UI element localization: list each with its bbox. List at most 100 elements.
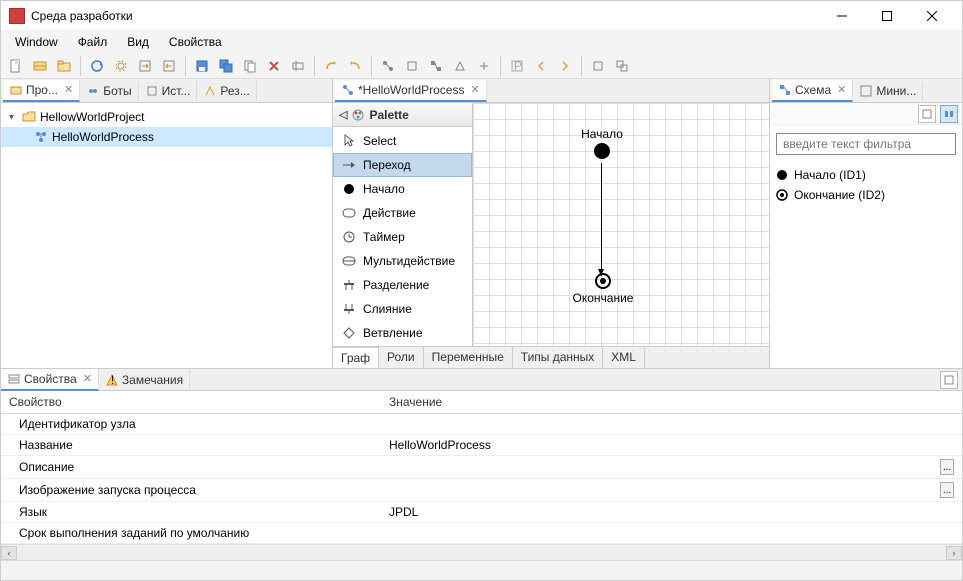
close-icon[interactable]: ✕ [64,83,73,96]
maximize-panel-button[interactable] [940,371,958,389]
tab-properties[interactable]: Свойства ✕ [1,369,99,391]
chevron-down-icon[interactable]: ▾ [9,112,21,123]
minimize-button[interactable] [819,2,864,30]
toolbar-graph5-icon[interactable] [473,55,495,77]
close-icon[interactable]: ✕ [470,83,479,96]
toolbar-save-icon[interactable] [191,55,213,77]
minimap-icon [859,84,873,98]
graph-start-node[interactable]: Начало [577,127,627,159]
palette-branch[interactable]: Ветвление [333,321,472,345]
outline-filter-input[interactable] [776,133,956,155]
project-tree[interactable]: ▾ HellowWorldProject HelloWorldProcess [1,103,332,368]
menu-file[interactable]: Файл [68,32,118,52]
outline-item-start[interactable]: Начало (ID1) [776,165,956,185]
tab-minimap[interactable]: Мини... [853,81,923,101]
prop-name[interactable]: Идентификатор узла [1,414,381,435]
toolbar-dup2-icon[interactable] [611,55,633,77]
palette-fork[interactable]: Разделение [333,273,472,297]
properties-col-value[interactable]: Значение [381,391,962,414]
prop-name[interactable]: Срок выполнения заданий по умолчанию [1,523,381,544]
menu-properties[interactable]: Свойства [159,32,232,52]
tab-minimap-label: Мини... [876,84,916,98]
ellipsis-button[interactable]: ... [940,482,954,498]
toolbar-graph1-icon[interactable] [377,55,399,77]
tab-outline[interactable]: Схема ✕ [772,80,853,102]
back-icon[interactable]: ◁ [339,108,347,121]
scroll-track[interactable] [17,546,946,560]
editor-tab[interactable]: *HelloWorldProcess ✕ [335,80,487,102]
tab-roles[interactable]: Роли [379,347,424,368]
toolbar-graph4-icon[interactable] [449,55,471,77]
tab-results[interactable]: Рез... [197,81,256,101]
toolbar-new-icon[interactable] [5,55,27,77]
outline-btn1[interactable] [918,105,936,123]
tab-history[interactable]: Ист... [139,81,198,101]
graph-end-node[interactable]: Окончание [568,273,638,305]
outline-btn2[interactable] [940,105,958,123]
prop-value[interactable] [381,479,932,502]
prop-name[interactable]: Изображение запуска процесса [1,479,381,502]
toolbar-dup1-icon[interactable] [587,55,609,77]
palette-timer[interactable]: Таймер [333,225,472,249]
toolbar-refresh-icon[interactable] [86,55,108,77]
toolbar-saveall-icon[interactable] [215,55,237,77]
prop-btn[interactable]: ... [932,456,962,479]
tab-bots[interactable]: Боты [80,81,138,101]
tree-process-node[interactable]: HelloWorldProcess [1,127,332,147]
maximize-button[interactable] [864,2,909,30]
toolbar-export-icon[interactable] [134,55,156,77]
ellipsis-button[interactable]: ... [940,459,954,475]
scroll-right-icon[interactable]: › [946,546,962,560]
prop-name[interactable]: Язык [1,502,381,523]
toolbar-rename-icon[interactable] [287,55,309,77]
tab-variables[interactable]: Переменные [424,347,513,368]
palette-select[interactable]: Select [333,129,472,153]
toolbar-p-icon[interactable]: P [506,55,528,77]
menu-window[interactable]: Window [5,32,68,52]
graph-canvas[interactable]: Начало Окончание [473,103,769,346]
menu-view[interactable]: Вид [117,32,159,52]
toolbar-gear-icon[interactable] [110,55,132,77]
toolbar-prev-icon[interactable] [530,55,552,77]
palette-transition[interactable]: Переход [333,153,472,177]
tab-problems[interactable]: ! Замечания [99,369,190,391]
prop-value[interactable]: HelloWorldProcess [381,435,932,456]
prop-value[interactable] [381,523,932,544]
toolbar-delete-icon[interactable] [263,55,285,77]
toolbar-folder-icon[interactable] [53,55,75,77]
graph-edge[interactable] [601,163,602,276]
close-button[interactable] [909,2,954,30]
palette-start[interactable]: Начало [333,177,472,201]
toolbar-next-icon[interactable] [554,55,576,77]
close-icon[interactable]: ✕ [837,83,846,96]
properties-col-name[interactable]: Свойство [1,391,381,414]
properties-hscroll[interactable]: ‹ › [1,544,962,560]
toolbar-redo-icon[interactable] [344,55,366,77]
tab-xml[interactable]: XML [603,347,645,368]
tab-graph[interactable]: Граф [333,347,379,368]
toolbar-undo-icon[interactable] [320,55,342,77]
prop-value[interactable]: JPDL [381,502,932,523]
close-icon[interactable]: ✕ [83,372,92,385]
prop-btn[interactable]: ... [932,479,962,502]
prop-value[interactable] [381,414,932,435]
toolbar-graph3-icon[interactable] [425,55,447,77]
outline-item-end[interactable]: Окончание (ID2) [776,185,956,205]
palette-item-label: Слияние [363,302,412,316]
scroll-left-icon[interactable]: ‹ [1,546,17,560]
prop-value[interactable] [381,456,932,479]
toolbar-explorer-icon[interactable] [29,55,51,77]
toolbar-import-icon[interactable] [158,55,180,77]
prop-name[interactable]: Описание [1,456,381,479]
tree-project-node[interactable]: ▾ HellowWorldProject [1,107,332,127]
palette-multiaction[interactable]: Мультидействие [333,249,472,273]
palette-join[interactable]: Слияние [333,297,472,321]
prop-name[interactable]: Название [1,435,381,456]
tab-projects[interactable]: Про... ✕ [3,80,80,102]
toolbar-copy-icon[interactable] [239,55,261,77]
palette-header[interactable]: ◁ Palette [333,103,472,127]
tab-history-label: Ист... [162,84,191,98]
palette-action[interactable]: Действие [333,201,472,225]
tab-datatypes[interactable]: Типы данных [513,347,604,368]
toolbar-graph2-icon[interactable] [401,55,423,77]
